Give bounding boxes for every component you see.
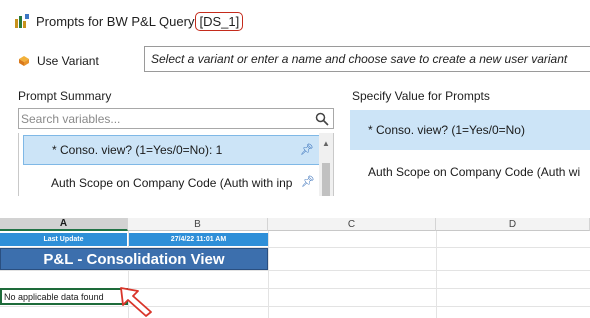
list-scrollbar[interactable]: ▲ (319, 133, 333, 196)
no-data-message-cell[interactable]: No applicable data found (0, 288, 128, 305)
scroll-thumb[interactable] (322, 163, 330, 196)
pin-icon[interactable]: 📌︎ (301, 175, 315, 188)
report-title-cell[interactable]: P&L - Consolidation View (0, 248, 268, 270)
column-header-d[interactable]: D (436, 218, 590, 231)
prompts-dialog: Prompts for BW P&L Query [DS_1] Use Vari… (0, 0, 590, 196)
prompt-summary-label: Prompt Summary (18, 89, 112, 103)
column-header-b[interactable]: B (128, 218, 268, 231)
variant-row: Use Variant Select a variant or enter a … (18, 46, 590, 74)
specify-value-label: Specify Value for Prompts (352, 89, 490, 103)
gridline (0, 306, 590, 307)
prompt-item-label: Auth Scope on Company Code (Auth with in… (51, 176, 293, 190)
prompt-item-label: * Conso. view? (1=Yes/0=No): 1 (52, 143, 223, 157)
prompt-item-auth-scope[interactable]: Auth Scope on Company Code (Auth with in… (23, 168, 321, 196)
search-placeholder: Search variables... (21, 111, 121, 126)
column-header-c[interactable]: C (268, 218, 436, 231)
gridline (268, 231, 269, 318)
dialog-title-text: Prompts for BW P&L Query (36, 13, 195, 29)
search-variables-input[interactable]: Search variables... (18, 108, 334, 129)
value-item-conso-view[interactable]: * Conso. view? (1=Yes/0=No) (350, 110, 590, 150)
value-item-auth-scope[interactable]: Auth Scope on Company Code (Auth wi (350, 152, 590, 192)
dialog-title: Prompts for BW P&L Query [DS_1] (14, 8, 244, 34)
prompt-summary-list: * Conso. view? (1=Yes/0=No): 1 📌︎ Auth S… (18, 133, 334, 196)
pin-icon[interactable]: 📌︎ (300, 143, 314, 156)
column-header-a[interactable]: A (0, 218, 128, 231)
variant-input[interactable]: Select a variant or enter a name and cho… (144, 46, 590, 72)
callout-arrow-icon (120, 287, 152, 317)
use-variant-label: Use Variant (37, 54, 99, 68)
gridline (0, 270, 590, 271)
specify-value-panel: * Conso. view? (1=Yes/0=No) Auth Scope o… (350, 108, 590, 196)
query-app-icon (14, 13, 30, 29)
search-icon[interactable] (315, 112, 329, 126)
scroll-up-icon[interactable]: ▲ (322, 139, 330, 148)
prompt-item-conso-view[interactable]: * Conso. view? (1=Yes/0=No): 1 📌︎ (23, 135, 321, 165)
spreadsheet: A B C D Last Update 27/4/22 11:01 AM P&L… (0, 218, 590, 318)
last-update-value-cell[interactable]: 27/4/22 11:01 AM (129, 233, 268, 246)
last-update-label-cell[interactable]: Last Update (0, 233, 127, 246)
variant-icon (18, 55, 30, 67)
datasource-highlight: [DS_1] (195, 11, 244, 31)
gridline (436, 231, 437, 318)
